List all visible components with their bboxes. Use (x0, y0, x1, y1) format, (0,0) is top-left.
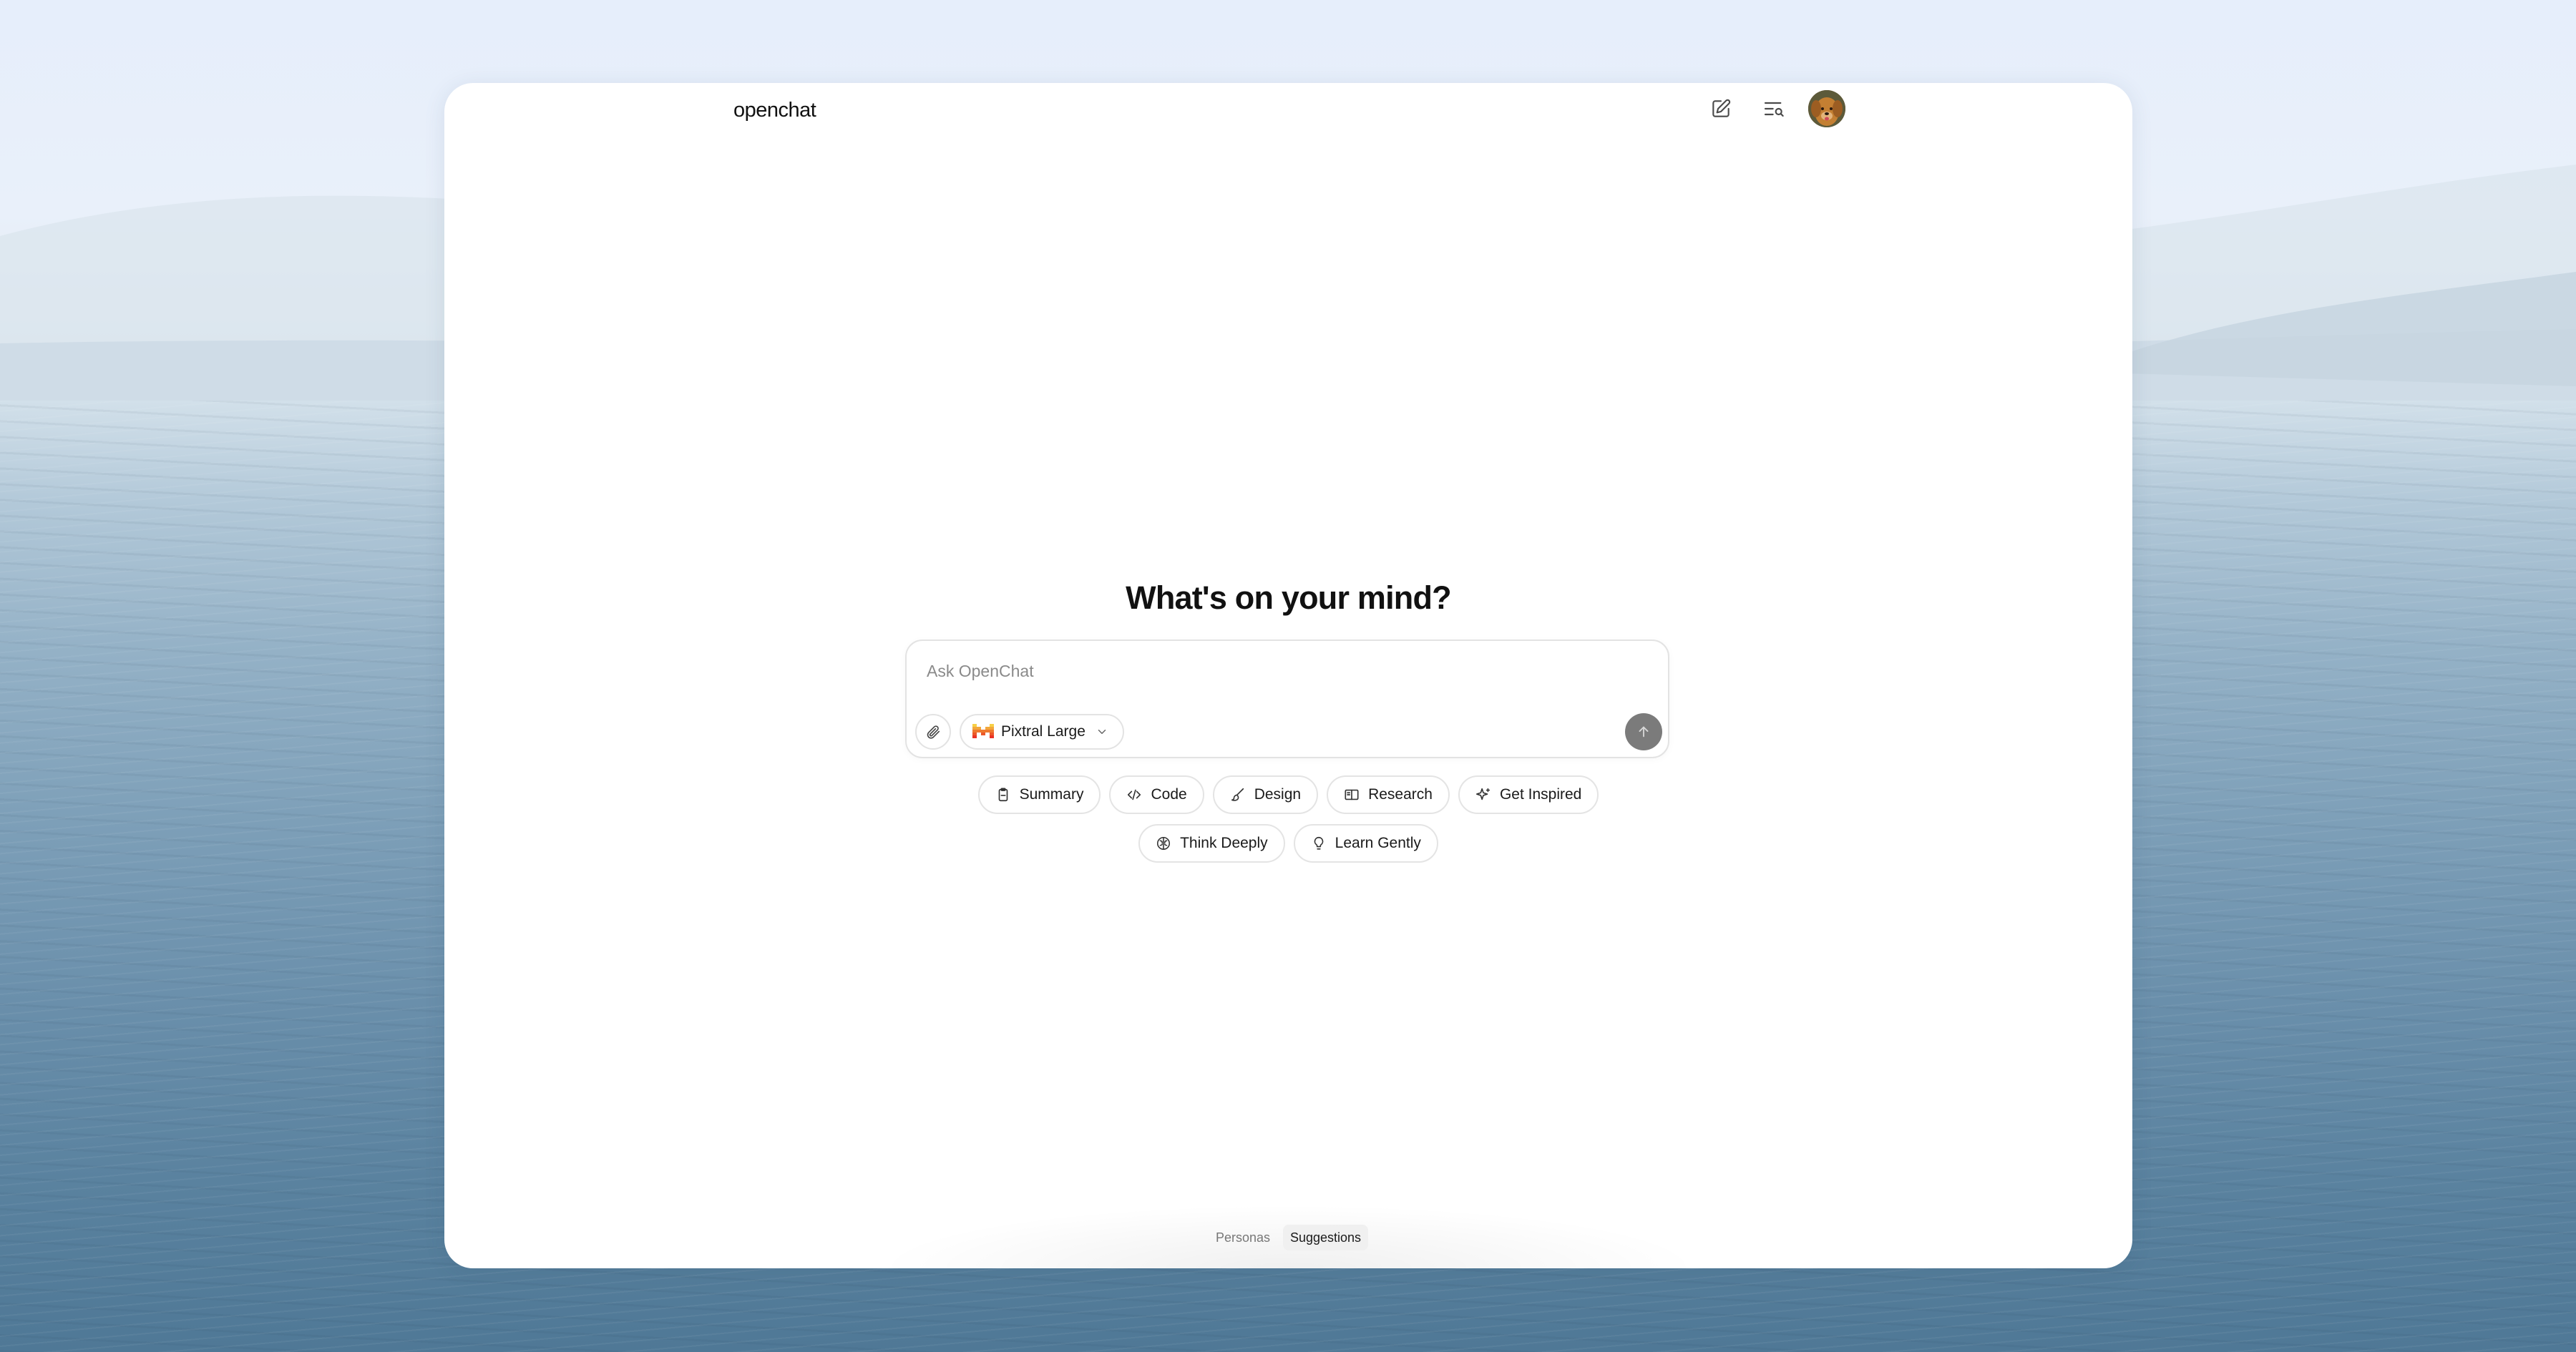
clipboard-icon (998, 788, 1008, 802)
chip-label: Learn Gently (1335, 835, 1421, 851)
chip-research[interactable]: Research (1327, 775, 1450, 814)
tab-suggestions[interactable]: Suggestions (1282, 1225, 1369, 1250)
model-selector[interactable]: Pixtral Large (960, 714, 1124, 750)
dog-photo-icon (1808, 90, 1845, 127)
arrow-up-icon (1639, 726, 1649, 738)
book-open-icon (1345, 789, 1359, 800)
new-chat-button[interactable] (1702, 90, 1740, 127)
page-title: What's on your mind? (1126, 579, 1451, 616)
chip-label: Summary (1019, 786, 1084, 803)
chat-composer: Pixtral Large (905, 640, 1669, 758)
header: openchat (444, 83, 2132, 169)
chip-label: Research (1368, 786, 1433, 803)
chip-label: Design (1254, 786, 1302, 803)
brush-icon (1231, 788, 1244, 801)
suggestion-chips-row-2: Think Deeply Learn Gently (444, 824, 2132, 863)
footer-tabs: Personas Suggestions (444, 1225, 2132, 1250)
attach-button[interactable] (915, 714, 951, 750)
chip-summary[interactable]: Summary (977, 775, 1101, 814)
suggestion-chips-row-1: Summary Code Design Research Get Inspire… (444, 775, 2132, 814)
send-button[interactable] (1625, 713, 1662, 750)
chip-code[interactable]: Code (1109, 775, 1204, 814)
chip-get-inspired[interactable]: Get Inspired (1458, 775, 1599, 814)
edit-square-icon (1712, 99, 1731, 117)
user-avatar[interactable] (1808, 90, 1845, 127)
mistral-logo-icon (972, 724, 994, 738)
chip-think-deeply[interactable]: Think Deeply (1138, 824, 1285, 863)
chip-label: Get Inspired (1499, 786, 1582, 803)
model-name: Pixtral Large (1001, 723, 1085, 740)
chevron-down-icon (1098, 730, 1106, 734)
brain-icon (1157, 836, 1171, 851)
sparkle-icon (1475, 788, 1491, 800)
app-logo[interactable]: openchat (733, 96, 816, 124)
prompt-input[interactable] (927, 657, 1571, 685)
chip-learn-gently[interactable]: Learn Gently (1293, 824, 1438, 863)
lightbulb-icon (1314, 836, 1324, 850)
chip-design[interactable]: Design (1212, 775, 1319, 814)
search-history-icon (1764, 102, 1784, 117)
paperclip-icon (927, 725, 940, 739)
app-window: openchat What's on your mind? Ask OpenCh… (444, 83, 2132, 1268)
tab-personas[interactable]: Personas (1209, 1225, 1277, 1250)
code-icon (1128, 789, 1141, 800)
chip-label: Code (1151, 786, 1187, 803)
search-history-button[interactable] (1755, 90, 1792, 127)
chip-label: Think Deeply (1180, 835, 1268, 851)
